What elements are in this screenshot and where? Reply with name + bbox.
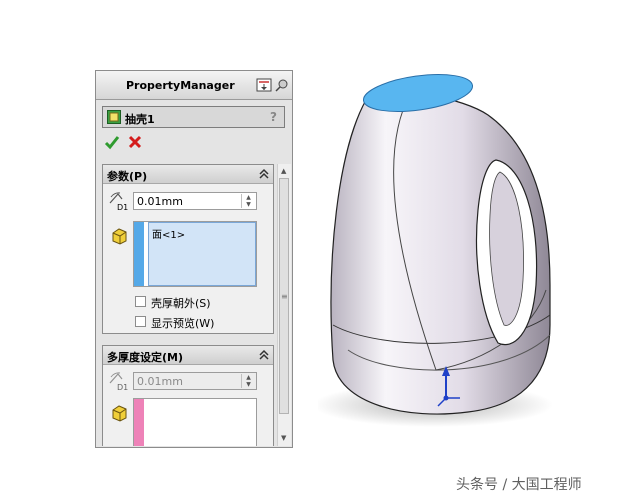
multi-thickness-faces-list[interactable]: [133, 398, 257, 446]
grip-icon: ≡: [281, 292, 288, 301]
faces-to-remove-list[interactable]: 面<1>: [133, 221, 257, 287]
list-item[interactable]: 面<1>: [152, 226, 185, 241]
multi-thickness-group-header[interactable]: 多厚度设定(M): [103, 346, 273, 365]
bottle-3d-model[interactable]: [318, 60, 568, 430]
params-group: 参数(P) D1 0.01mm ▲ ▼ 面<1> 壳厚朝外(S) 显示预览(W): [102, 164, 274, 334]
shell-feature-icon: [107, 110, 121, 124]
scrollbar-thumb[interactable]: ≡: [279, 178, 289, 414]
help-icon[interactable]: ?: [270, 110, 277, 124]
panel-title: PropertyManager: [126, 79, 235, 92]
checkmark-icon[interactable]: [104, 134, 120, 150]
feature-title-bar: 抽壳1 ?: [102, 106, 285, 128]
show-preview-label: 显示预览(W): [151, 317, 215, 330]
thickness-spinner[interactable]: ▲ ▼: [241, 194, 255, 208]
show-preview-checkbox[interactable]: [135, 316, 146, 327]
property-manager-header: PropertyManager: [96, 71, 292, 100]
pin-icon[interactable]: [274, 78, 290, 92]
multi-face-selection-icon: [112, 405, 127, 422]
collapse-icon[interactable]: [259, 168, 269, 180]
multi-thickness-group: 多厚度设定(M) D1 0.01mm ▲ ▼: [102, 345, 274, 446]
params-group-title: 参数(P): [107, 170, 148, 183]
thickness-symbol: D1: [117, 203, 128, 211]
thickness-input[interactable]: 0.01mm ▲ ▼: [133, 192, 257, 210]
multi-thickness-input[interactable]: 0.01mm ▲ ▼: [133, 372, 257, 390]
multi-selection-color-swatch: [134, 399, 144, 446]
options-scroll-area: 参数(P) D1 0.01mm ▲ ▼ 面<1> 壳厚朝外(S) 显示预览(W)…: [100, 164, 278, 446]
params-group-header[interactable]: 参数(P): [103, 165, 273, 184]
close-icon[interactable]: [128, 135, 142, 149]
feature-title: 抽壳1: [125, 113, 155, 126]
multi-thickness-symbol: D1: [117, 383, 128, 391]
selection-color-swatch: [134, 222, 144, 286]
thickness-dimension-icon: D1: [108, 191, 130, 212]
multi-thickness-dimension-icon: D1: [108, 371, 130, 392]
thickness-value: 0.01mm: [137, 195, 183, 208]
collapse-icon[interactable]: [259, 349, 269, 361]
expand-icon[interactable]: [256, 78, 272, 92]
multi-thickness-spinner[interactable]: ▲ ▼: [241, 374, 255, 388]
faces-list-box[interactable]: 面<1>: [148, 222, 256, 286]
scroll-down-icon[interactable]: ▼: [281, 434, 286, 442]
watermark: 头条号 / 大国工程师: [456, 477, 582, 493]
scroll-up-icon[interactable]: ▲: [281, 167, 286, 175]
multi-thickness-value: 0.01mm: [137, 375, 183, 388]
panel-scrollbar[interactable]: ▲ ≡ ▼: [277, 164, 291, 446]
face-selection-icon: [112, 228, 127, 245]
property-manager-panel: PropertyManager 抽壳1 ? 参数(P) D1 0.01mm ▲ …: [95, 70, 293, 448]
multi-thickness-group-title: 多厚度设定(M): [107, 351, 184, 364]
thick-outward-label: 壳厚朝外(S): [151, 297, 211, 310]
thick-outward-checkbox[interactable]: [135, 296, 146, 307]
